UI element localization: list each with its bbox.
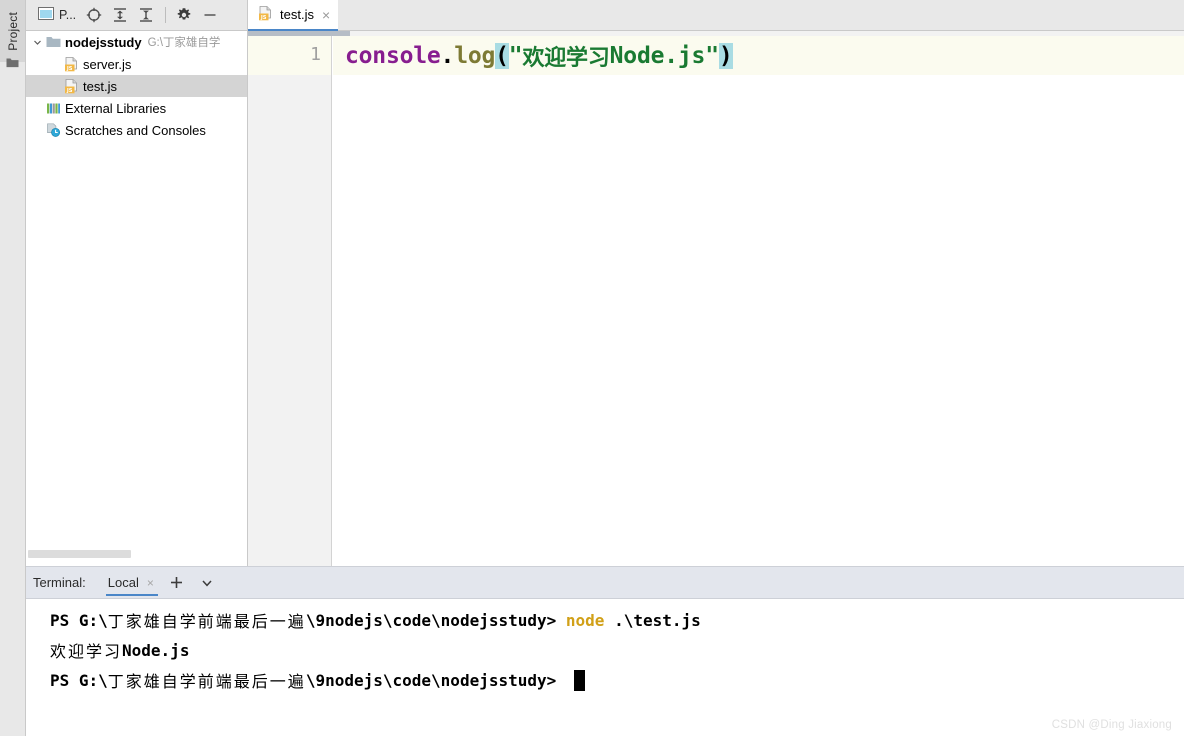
terminal-line-output: 欢迎学习 Node.js bbox=[26, 635, 1184, 665]
folder-icon bbox=[44, 36, 62, 48]
line-number: 1 bbox=[310, 44, 321, 65]
terminal-cursor bbox=[573, 669, 585, 691]
project-tool-label: Project bbox=[5, 11, 20, 51]
terminal-panel: Terminal: Local × PS G:\ 丁家雄自学前端最后一遍 \9n… bbox=[26, 566, 1184, 736]
svg-text:JS: JS bbox=[65, 65, 72, 71]
tree-item-test-js[interactable]: JS test.js bbox=[26, 75, 248, 97]
editor-tab-bar: JS test.js × bbox=[248, 0, 1184, 31]
editor-gutter: 1 bbox=[248, 36, 332, 540]
project-panel: P... nodejsstudy G:\丁家雄自学 JS server.js J… bbox=[26, 0, 248, 566]
close-icon[interactable]: × bbox=[322, 8, 330, 22]
editor-bottom-gutter-filler bbox=[248, 540, 332, 566]
code-token-chinese-text: 欢迎学习 bbox=[522, 45, 610, 71]
code-token-close-quote: " bbox=[705, 42, 719, 69]
code-token-console: console bbox=[345, 42, 441, 69]
terminal-output[interactable]: PS G:\ 丁家雄自学前端最后一遍 \9nodejs\code\nodejsstu… bbox=[26, 599, 1184, 736]
tree-item-path: G:\丁家雄自学 bbox=[147, 37, 221, 49]
terminal-options-button[interactable] bbox=[194, 570, 220, 596]
code-token-open-paren: ( bbox=[495, 42, 509, 69]
terminal-tab-label: Local bbox=[107, 575, 139, 590]
plus-icon bbox=[171, 577, 183, 588]
ide-window: Project P... nodejsstudy G:\丁家雄自学 JS ser… bbox=[0, 0, 1184, 736]
terminal-prompt-suffix: \9nodejs\code\nodejsstudy> bbox=[305, 670, 566, 690]
chevron-down-icon bbox=[202, 579, 212, 587]
tree-item-scratches-and-consoles[interactable]: Scratches and Consoles bbox=[26, 119, 248, 141]
terminal-prompt-prefix: PS G:\ bbox=[50, 670, 108, 690]
tree-item-server-js[interactable]: JS server.js bbox=[26, 53, 248, 75]
sidebar-item-project[interactable]: Project bbox=[0, 0, 25, 62]
scratches-icon bbox=[44, 123, 62, 137]
close-icon[interactable]: × bbox=[147, 577, 154, 589]
code-token-log: log bbox=[454, 42, 496, 69]
terminal-command-arg: .\test.js bbox=[604, 610, 701, 630]
project-tree[interactable]: nodejsstudy G:\丁家雄自学 JS server.js JS tes… bbox=[26, 31, 248, 548]
terminal-title: Terminal: bbox=[33, 575, 86, 590]
tree-item-nodejsstudy[interactable]: nodejsstudy G:\丁家雄自学 bbox=[26, 31, 248, 53]
minimize-icon[interactable] bbox=[199, 4, 221, 26]
svg-text:JS: JS bbox=[65, 87, 72, 93]
tree-item-external-libraries[interactable]: External Libraries bbox=[26, 97, 248, 119]
locate-target-icon[interactable] bbox=[83, 4, 105, 26]
libraries-icon bbox=[44, 102, 62, 115]
terminal-tab-local[interactable]: Local × bbox=[104, 567, 160, 598]
add-terminal-button[interactable] bbox=[164, 570, 190, 596]
svg-text:JS: JS bbox=[260, 14, 267, 20]
project-window-icon bbox=[38, 7, 54, 23]
terminal-prompt-prefix: PS G:\ bbox=[50, 610, 108, 630]
project-toolbar: P... bbox=[26, 0, 248, 31]
left-tool-strip: Project bbox=[0, 0, 26, 736]
js-file-icon: JS bbox=[258, 5, 273, 24]
gear-icon[interactable] bbox=[173, 4, 195, 26]
tab-label: test.js bbox=[280, 7, 314, 22]
editor-area: JS test.js × 1 console . log ( " 欢迎学习 No… bbox=[248, 0, 1184, 566]
code-token-dot: . bbox=[440, 42, 455, 69]
folder-icon bbox=[6, 56, 19, 68]
terminal-line-prompt-2: PS G:\ 丁家雄自学前端最后一遍 \9nodejs\code\nodejsstu… bbox=[26, 665, 1184, 695]
tree-item-label: Scratches and Consoles bbox=[65, 122, 206, 138]
code-editor[interactable]: console . log ( " 欢迎学习 Node.js " ) bbox=[333, 36, 1184, 540]
js-file-icon: JS bbox=[62, 78, 80, 94]
js-file-icon: JS bbox=[62, 56, 80, 72]
code-token-close-paren: ) bbox=[718, 42, 733, 69]
tab-test-js[interactable]: JS test.js × bbox=[248, 0, 339, 31]
project-selector-label: P... bbox=[59, 8, 77, 22]
terminal-line-prompt-1: PS G:\ 丁家雄自学前端最后一遍 \9nodejs\code\nodejsstu… bbox=[26, 605, 1184, 635]
terminal-output-ascii: Node.js bbox=[122, 640, 190, 660]
terminal-prompt-suffix: \9nodejs\code\nodejsstudy> bbox=[305, 610, 566, 630]
project-tree-hscrollbar-thumb[interactable] bbox=[28, 550, 131, 558]
terminal-command-node: node bbox=[565, 610, 605, 630]
tree-item-label: nodejsstudy bbox=[65, 34, 142, 50]
tree-item-label: test.js bbox=[83, 78, 117, 94]
code-line-1[interactable]: console . log ( " 欢迎学习 Node.js " ) bbox=[345, 36, 733, 75]
expand-all-icon[interactable] bbox=[109, 4, 131, 26]
terminal-output-chinese: 欢迎学习 bbox=[50, 642, 123, 661]
code-token-open-quote: " bbox=[508, 42, 523, 69]
chevron-down-icon[interactable] bbox=[30, 38, 44, 47]
watermark: CSDN @Ding Jiaxiong bbox=[1051, 719, 1172, 731]
terminal-prompt-chinese-path: 丁家雄自学前端最后一遍 bbox=[107, 672, 306, 691]
collapse-all-icon[interactable] bbox=[135, 4, 157, 26]
terminal-prompt-chinese-path: 丁家雄自学前端最后一遍 bbox=[107, 612, 306, 631]
code-token-nodejs: Node.js bbox=[609, 42, 706, 69]
active-tab-underline bbox=[105, 594, 158, 596]
editor-bottom-filler bbox=[248, 540, 1184, 566]
tree-item-label: server.js bbox=[83, 56, 132, 72]
toolbar-divider bbox=[165, 7, 167, 23]
terminal-header: Terminal: Local × bbox=[26, 566, 1184, 599]
tree-item-label: External Libraries bbox=[65, 100, 167, 116]
project-selector-button[interactable]: P... bbox=[35, 4, 79, 26]
